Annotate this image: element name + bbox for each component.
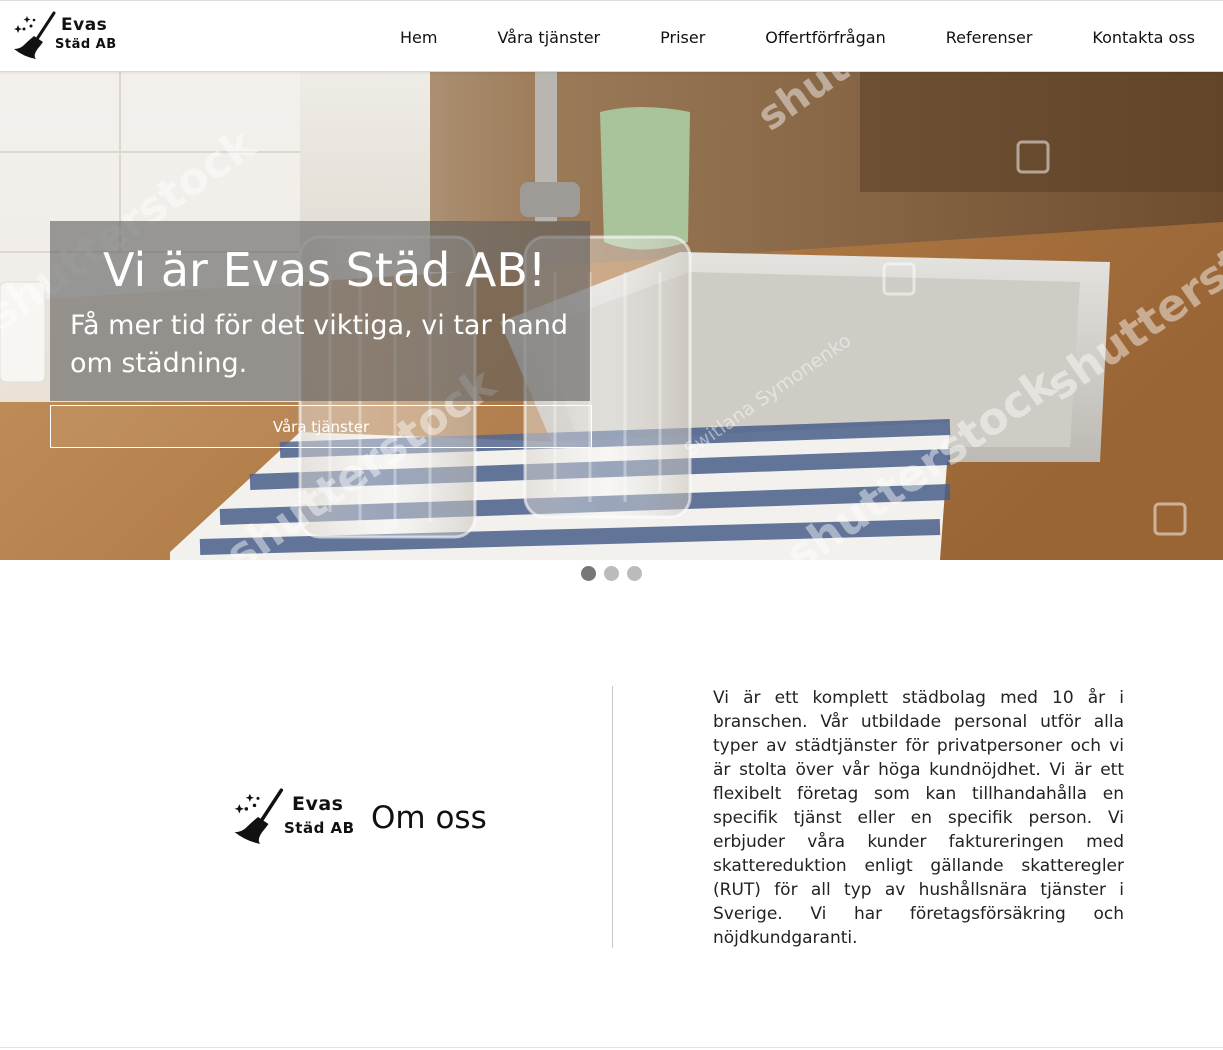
nav-item-offertforfragan[interactable]: Offertförfrågan <box>765 28 885 47</box>
brand-logo[interactable]: Evas Städ AB <box>10 11 120 63</box>
nav-item-priser[interactable]: Priser <box>660 28 705 47</box>
nav-item-referenser[interactable]: Referenser <box>946 28 1033 47</box>
nav-item-kontakta-oss[interactable]: Kontakta oss <box>1092 28 1195 47</box>
about-logo: Evas Städ AB <box>230 787 355 847</box>
about-brand-line1: Evas <box>292 793 344 815</box>
services-button[interactable]: Våra tjänster <box>50 405 592 448</box>
about-text: Vi är ett komplett städbolag med 10 år i… <box>713 688 1124 948</box>
hero-title: Vi är Evas Städ AB! <box>103 243 547 297</box>
broom-icon <box>14 11 56 59</box>
carousel-dot-3[interactable] <box>627 566 642 581</box>
section-divider <box>0 1047 1223 1048</box>
nav-item-hem[interactable]: Hem <box>400 28 437 47</box>
hero-carousel: shutterstock shutterstock shutterstock s… <box>0 72 1223 560</box>
broom-icon <box>234 788 284 844</box>
carousel-indicators <box>581 566 650 581</box>
brand-name-line2: Städ AB <box>55 37 117 52</box>
carousel-dot-2[interactable] <box>604 566 619 581</box>
hero-subtitle: Få mer tid för det viktiga, vi tar hand … <box>70 310 569 379</box>
main-nav: Hem Våra tjänster Priser Offertförfrågan… <box>400 1 1195 73</box>
about-divider <box>612 686 613 948</box>
site-header: Evas Städ AB Hem Våra tjänster Priser Of… <box>0 0 1223 72</box>
hero-text-overlay: Vi är Evas Städ AB! Få mer tid för det v… <box>50 221 590 401</box>
about-title: Om oss <box>371 800 487 836</box>
brand-name-line1: Evas <box>61 15 108 35</box>
nav-item-vara-tjanster[interactable]: Våra tjänster <box>497 28 600 47</box>
about-brand-line2: Städ AB <box>284 819 355 837</box>
carousel-dot-1[interactable] <box>581 566 596 581</box>
